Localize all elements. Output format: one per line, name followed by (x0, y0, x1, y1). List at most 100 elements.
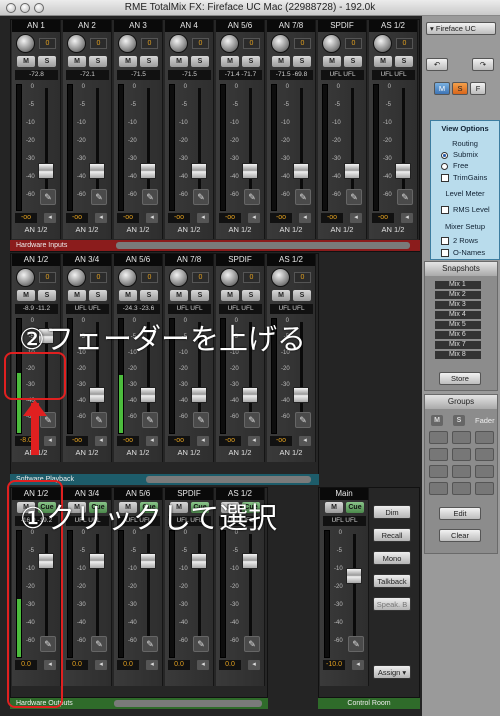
gain-knob[interactable] (271, 268, 290, 287)
solo-button[interactable]: S (89, 290, 107, 301)
mute-button[interactable]: M (17, 290, 35, 301)
global-fader-button[interactable]: F (470, 82, 486, 95)
volume-fader[interactable] (38, 163, 54, 179)
channel-name[interactable]: AN 1 (12, 20, 60, 32)
settings-wrench-icon[interactable]: ✎ (40, 189, 56, 205)
mute-button[interactable]: M (374, 56, 392, 67)
mute-button[interactable]: M (323, 56, 341, 67)
mute-button[interactable]: M (221, 290, 239, 301)
group-slot-button[interactable] (475, 482, 494, 495)
snapshot-item[interactable]: Mix 5 (435, 321, 481, 329)
solo-button[interactable]: S (293, 56, 311, 67)
output-assignment[interactable]: AN 1/2 (369, 225, 417, 235)
channel-name[interactable]: AN 3/4 (63, 254, 111, 266)
gain-knob[interactable] (322, 34, 341, 53)
solo-button[interactable]: S (38, 290, 56, 301)
settings-wrench-icon[interactable]: ✎ (142, 189, 158, 205)
settings-wrench-icon[interactable]: ✎ (244, 636, 260, 652)
group-slot-button[interactable] (429, 431, 448, 444)
channel-name[interactable]: AN 3 (114, 20, 162, 32)
solo-button[interactable]: S (191, 56, 209, 67)
solo-button[interactable]: S (242, 56, 260, 67)
talkback-button[interactable]: Talkback (373, 574, 411, 588)
hardware-outputs-scrollbar[interactable] (114, 700, 262, 707)
undo-button[interactable]: ↶ (426, 58, 448, 71)
group-slot-button[interactable] (475, 465, 494, 478)
group-slot-button[interactable] (452, 465, 471, 478)
gain-knob[interactable] (118, 268, 137, 287)
settings-wrench-icon[interactable]: ✎ (346, 189, 362, 205)
output-assignment[interactable]: AN 1/2 (267, 225, 315, 235)
output-assignment[interactable]: AN 1/2 (216, 225, 264, 235)
volume-fader[interactable] (293, 163, 309, 179)
mute-button[interactable]: M (17, 56, 35, 67)
volume-fader[interactable] (89, 553, 105, 569)
gain-knob[interactable] (169, 34, 188, 53)
gain-knob[interactable] (16, 268, 35, 287)
output-assignment[interactable]: AN 1/2 (165, 448, 213, 458)
trim-arrow-icon[interactable]: ◂ (146, 436, 158, 446)
settings-wrench-icon[interactable]: ✎ (397, 189, 413, 205)
channel-name[interactable]: AN 5/6 (114, 254, 162, 266)
gain-knob[interactable] (16, 34, 35, 53)
output-assignment[interactable]: AN 1/2 (267, 448, 315, 458)
group-slot-button[interactable] (452, 431, 471, 444)
settings-wrench-icon[interactable]: ✎ (295, 189, 311, 205)
gain-knob[interactable] (169, 268, 188, 287)
trim-arrow-icon[interactable]: ◂ (248, 213, 260, 223)
trim-arrow-icon[interactable]: ◂ (248, 660, 260, 670)
mute-button[interactable]: M (170, 290, 188, 301)
group-slot-button[interactable] (452, 482, 471, 495)
output-assignment[interactable]: AN 1/2 (63, 448, 111, 458)
mute-button[interactable]: M (170, 56, 188, 67)
gain-knob[interactable] (67, 34, 86, 53)
snapshot-item[interactable]: Mix 3 (435, 301, 481, 309)
volume-fader[interactable] (242, 163, 258, 179)
volume-fader[interactable] (140, 387, 156, 403)
output-assignment[interactable]: AN 1/2 (114, 448, 162, 458)
snapshot-item[interactable]: Mix 1 (435, 281, 481, 289)
mute-button[interactable]: M (221, 56, 239, 67)
settings-wrench-icon[interactable]: ✎ (193, 189, 209, 205)
trimgains-checkbox[interactable] (441, 174, 449, 182)
channel-name[interactable]: AS 1/2 (369, 20, 417, 32)
mute-button[interactable]: M (325, 502, 343, 513)
trim-arrow-icon[interactable]: ◂ (401, 213, 413, 223)
solo-button[interactable]: S (395, 56, 413, 67)
solo-button[interactable]: S (293, 290, 311, 301)
group-slot-button[interactable] (475, 448, 494, 461)
output-assignment[interactable]: AN 1/2 (63, 225, 111, 235)
settings-wrench-icon[interactable]: ✎ (244, 412, 260, 428)
group-slot-button[interactable] (429, 448, 448, 461)
volume-fader[interactable] (191, 553, 207, 569)
o-names-checkbox[interactable] (441, 249, 449, 257)
settings-wrench-icon[interactable]: ✎ (193, 636, 209, 652)
gain-knob[interactable] (220, 268, 239, 287)
snapshot-item[interactable]: Mix 4 (435, 311, 481, 319)
solo-button[interactable]: S (242, 290, 260, 301)
settings-wrench-icon[interactable]: ✎ (348, 636, 364, 652)
mute-button[interactable]: M (119, 290, 137, 301)
volume-fader[interactable] (346, 568, 362, 584)
group-slot-button[interactable] (452, 448, 471, 461)
snapshot-item[interactable]: Mix 7 (435, 341, 481, 349)
mute-button[interactable]: M (272, 290, 290, 301)
volume-fader[interactable] (140, 163, 156, 179)
solo-button[interactable]: S (140, 56, 158, 67)
assign-button[interactable]: Assign ▾ (373, 665, 411, 679)
volume-fader[interactable] (344, 163, 360, 179)
solo-button[interactable]: S (344, 56, 362, 67)
settings-wrench-icon[interactable]: ✎ (142, 412, 158, 428)
trim-arrow-icon[interactable]: ◂ (248, 436, 260, 446)
group-slot-button[interactable] (429, 465, 448, 478)
mono-button[interactable]: Mono (373, 551, 411, 565)
channel-name[interactable]: AN 7/8 (165, 254, 213, 266)
trim-arrow-icon[interactable]: ◂ (44, 436, 56, 446)
submix-radio[interactable] (441, 152, 448, 159)
channel-name[interactable]: SPDIF (318, 20, 366, 32)
channel-name[interactable]: AN 5/6 (216, 20, 264, 32)
gain-knob[interactable] (67, 268, 86, 287)
global-mute-button[interactable]: M (434, 82, 450, 95)
trim-arrow-icon[interactable]: ◂ (299, 436, 311, 446)
mute-button[interactable]: M (119, 56, 137, 67)
